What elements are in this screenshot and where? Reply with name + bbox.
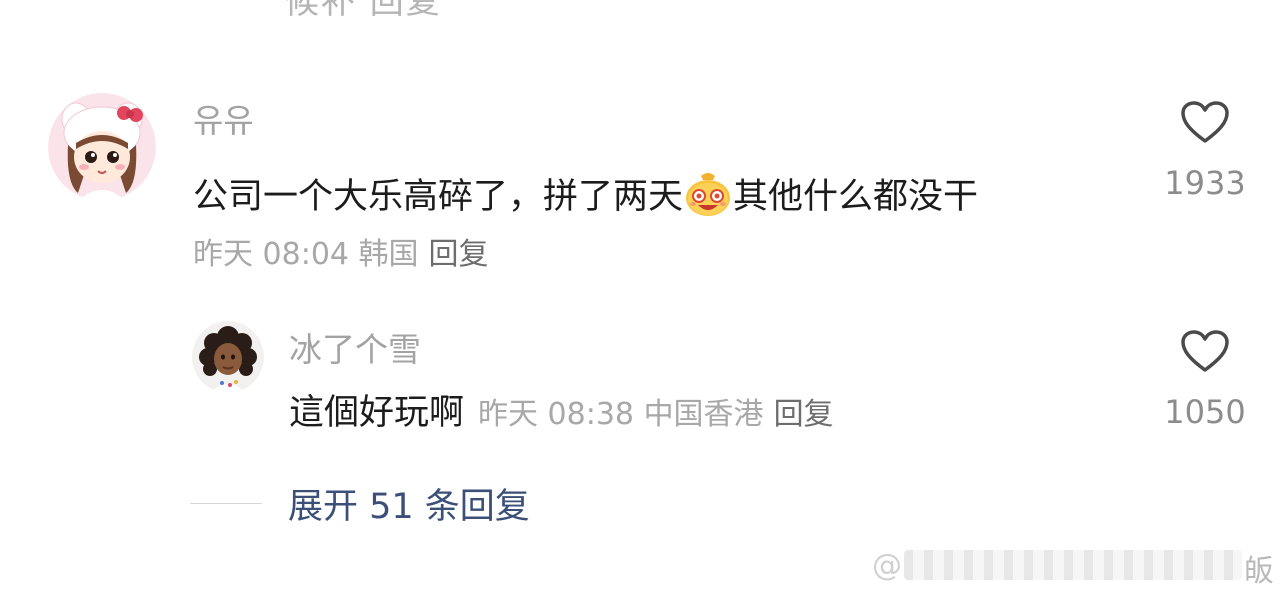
avatar-image [48, 93, 156, 201]
grinning-bag-emoji-icon [683, 168, 733, 218]
reply-like-count: 1050 [1164, 393, 1246, 431]
comment-like-button[interactable]: 1933 [1163, 100, 1247, 202]
reply-text-row: 這個好玩啊 昨天 08:38 中国香港 回复 [289, 396, 834, 431]
comment-text-part-2: 其他什么都没干 [733, 177, 979, 217]
watermark-blurred-text [904, 550, 1242, 580]
reply-location: 中国香港 [643, 397, 764, 432]
comment-text: 公司一个大乐高碎了，拼了两天 其他什么都没干 [193, 168, 978, 218]
watermark-tail-text: 皈 [1244, 554, 1274, 589]
comment-like-count: 1933 [1164, 164, 1246, 202]
expand-replies-button[interactable]: 展开 51 条回复 [190, 478, 530, 529]
reply-username[interactable]: 冰了个雪 [289, 333, 421, 366]
reply-avatar[interactable] [192, 321, 264, 393]
comment-location: 韩国 [358, 237, 419, 272]
avatar[interactable] [48, 93, 156, 201]
watermark: @ 皈 [872, 546, 1284, 589]
comment-meta: 昨天 08:04 韩国 回复 [193, 240, 489, 270]
expand-replies-label[interactable]: 展开 51 条回复 [288, 478, 530, 529]
reply-time: 昨天 08:38 [478, 397, 635, 432]
reply-avatar-image [192, 321, 264, 393]
expand-divider-line [190, 503, 262, 504]
previous-comment-meta-cut: 候补 回复 [285, 0, 442, 22]
reply-text: 這個好玩啊 [289, 393, 465, 433]
comment-time: 昨天 08:04 [193, 237, 349, 272]
watermark-logo: @ [872, 548, 902, 583]
heart-outline-icon [1181, 101, 1229, 143]
reply-reply-button[interactable]: 回复 [774, 397, 834, 432]
comment-username[interactable]: 유유 [193, 104, 254, 137]
reply-meta: 昨天 08:38 中国香港 回复 [478, 397, 834, 432]
heart-outline-icon [1181, 330, 1229, 372]
comment-reply-button[interactable]: 回复 [429, 237, 489, 272]
comment-text-part-1: 公司一个大乐高碎了，拼了两天 [193, 177, 684, 217]
reply-like-button[interactable]: 1050 [1163, 329, 1247, 431]
